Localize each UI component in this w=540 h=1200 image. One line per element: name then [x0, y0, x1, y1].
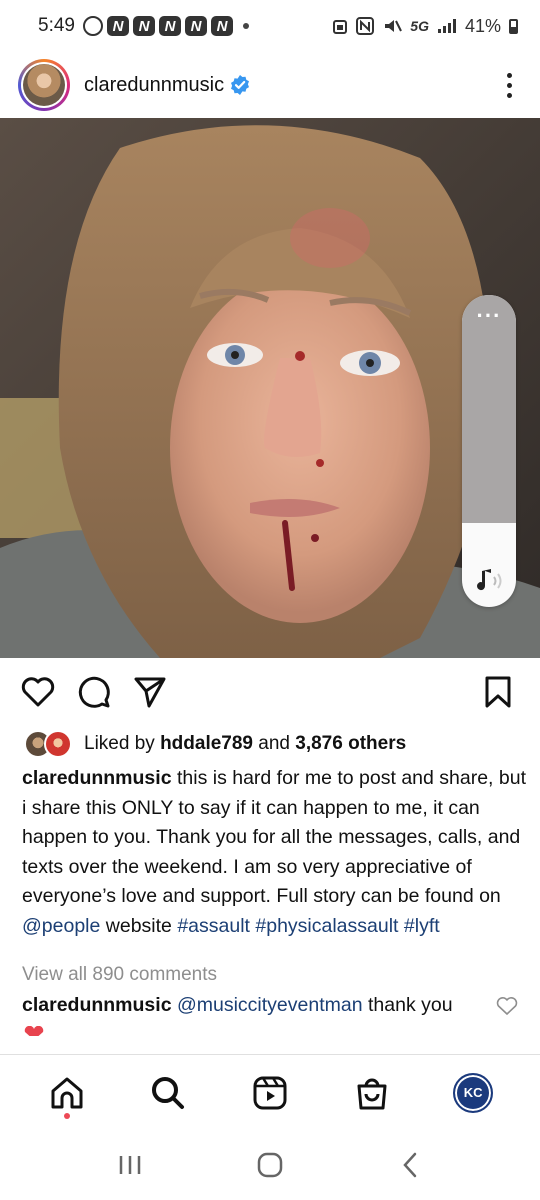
caption-text: website [105, 914, 172, 937]
comment-like-heart-icon[interactable] [496, 996, 518, 1016]
volume-slider[interactable]: ··· [462, 295, 516, 607]
alarm-icon [333, 20, 348, 34]
likes-count[interactable]: 3,876 others [295, 733, 406, 755]
likes-summary[interactable]: Liked by hddale789 and 3,876 others [24, 727, 406, 761]
volume-more-icon[interactable]: ··· [462, 305, 516, 327]
home-icon [51, 1077, 83, 1108]
comment-text: thank you [368, 994, 453, 1016]
post-header: claredunnmusic [0, 52, 540, 118]
search-icon [152, 1076, 185, 1109]
nextdoor-icon: N [210, 16, 233, 36]
back-button[interactable] [390, 1145, 430, 1185]
likes-connector: and [258, 733, 290, 754]
nfc-icon [356, 17, 375, 35]
music-note-icon [477, 569, 502, 591]
share-icon[interactable] [132, 674, 168, 710]
nav-profile[interactable]: KC [447, 1067, 499, 1119]
comment-username[interactable]: claredunnmusic [22, 994, 172, 1016]
selfie-image [0, 118, 540, 658]
nav-home[interactable] [41, 1067, 93, 1119]
caption-mention[interactable]: @people [22, 915, 100, 937]
author-avatar[interactable] [18, 59, 70, 111]
clock: 5:49 [38, 15, 75, 36]
heart-icon[interactable] [20, 674, 56, 710]
reels-icon [253, 1076, 287, 1109]
comment-mention[interactable]: @musiccityeventman [177, 994, 363, 1016]
likes-prefix: Liked by [84, 733, 155, 754]
hashtag[interactable]: #lyft [404, 915, 440, 937]
bottom-navigation: KC [0, 1054, 540, 1130]
profile-avatar: KC [453, 1072, 494, 1113]
battery-icon [509, 18, 518, 34]
liker-avatars [24, 730, 72, 758]
nav-search[interactable] [142, 1067, 194, 1119]
messenger-icon [82, 16, 103, 36]
liker-username[interactable]: hddale789 [160, 733, 253, 755]
recent-apps-icon [119, 1156, 141, 1174]
back-icon [403, 1152, 417, 1178]
notification-icons: N N N N N [82, 16, 249, 36]
verified-badge-icon [231, 75, 250, 95]
battery-percent: 41% [464, 15, 501, 36]
hashtag[interactable]: #physicalassault [255, 915, 398, 937]
system-navigation-bar [0, 1130, 540, 1200]
signal-icon [437, 19, 456, 33]
hashtag[interactable]: #assault [177, 915, 250, 937]
post-actions [0, 668, 540, 716]
mute-icon [385, 20, 403, 32]
shop-icon [357, 1078, 387, 1109]
nextdoor-icon: N [184, 16, 207, 36]
system-home-icon [257, 1152, 283, 1178]
comment-icon[interactable] [76, 674, 112, 710]
nav-reels[interactable] [244, 1067, 296, 1119]
author-username[interactable]: claredunnmusic [84, 74, 224, 97]
status-bar: 5:49 N N N N N 5G 41% [0, 0, 540, 52]
top-comment: claredunnmusic @musiccityeventman thank … [22, 994, 492, 1017]
nextdoor-icon: N [132, 16, 155, 36]
nextdoor-icon: N [158, 16, 181, 36]
bookmark-icon[interactable] [480, 674, 516, 710]
nextdoor-icon: N [106, 16, 129, 36]
emoji-heart-icon [24, 1026, 44, 1036]
view-all-comments-link[interactable]: View all 890 comments [22, 964, 217, 986]
volume-track [462, 295, 516, 523]
post-caption: claredunnmusic this is hard for me to po… [22, 764, 527, 941]
post-photo[interactable]: ··· [0, 118, 540, 658]
caption-username[interactable]: claredunnmusic [22, 767, 172, 789]
network-type: 5G [410, 18, 429, 34]
nav-shop[interactable] [346, 1067, 398, 1119]
home-notification-dot [63, 1112, 70, 1119]
more-notifications-dot [242, 23, 249, 29]
post-options-more-icon[interactable] [494, 65, 524, 105]
liker-avatar [44, 730, 72, 758]
recent-apps-button[interactable] [110, 1145, 150, 1185]
home-button[interactable] [250, 1145, 290, 1185]
